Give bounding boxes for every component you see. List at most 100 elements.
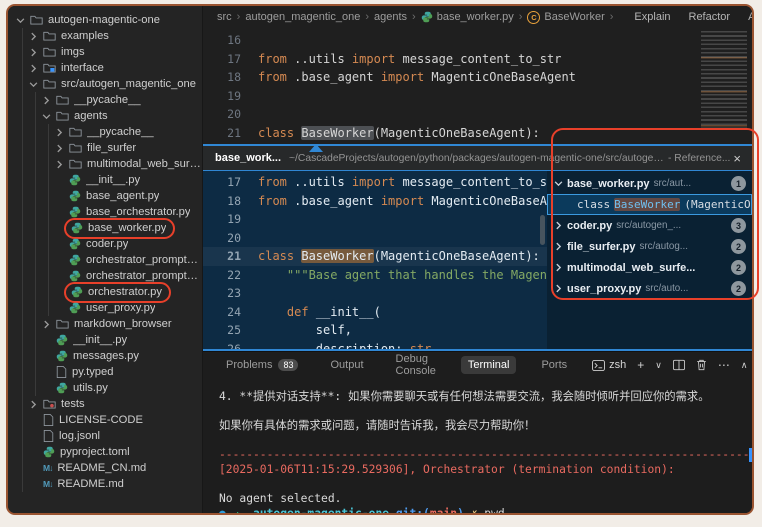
maximize-panel-button[interactable]: ∧ — [741, 360, 748, 371]
reference-file-user-proxy-py[interactable]: user_proxy.pysrc/auto...2 — [547, 278, 752, 299]
panel-tab-problems[interactable]: Problems83 — [219, 356, 305, 374]
tree-item-pyproject-toml[interactable]: pyproject.toml — [8, 444, 202, 460]
breadcrumb-segment-baseworker[interactable]: CBaseWorker — [527, 11, 604, 24]
reference-file-file-surfer-py[interactable]: file_surfer.pysrc/autog...2 — [547, 236, 752, 257]
peek-body: 17from ..utils import message_content_to… — [203, 171, 752, 349]
breadcrumb-segment-autogen-magentic-one[interactable]: autogen_magentic_one — [245, 11, 360, 23]
tree-item-base-worker-py[interactable]: base_worker.py — [8, 220, 202, 236]
terminal-profile-dropdown[interactable]: ∨ — [655, 360, 662, 371]
chevron-right-icon[interactable] — [554, 284, 563, 293]
kill-terminal-button[interactable] — [696, 359, 707, 371]
shell-terminal-icon[interactable]: zsh — [592, 359, 626, 371]
chevron-down-icon[interactable] — [29, 80, 38, 89]
breadcrumb-segment-agents[interactable]: agents — [374, 11, 407, 23]
folder-icon — [56, 94, 69, 106]
terminal-scrollbar-marker[interactable] — [749, 448, 752, 462]
tree-item-label: user_proxy.py — [86, 302, 155, 314]
tree-item-utils-py[interactable]: utils.py — [8, 380, 202, 396]
new-terminal-button[interactable]: + — [637, 358, 644, 372]
chevron-right-icon[interactable] — [29, 400, 38, 409]
tree-item-imgs[interactable]: imgs — [8, 44, 202, 60]
tree-item-tests[interactable]: tests — [8, 396, 202, 412]
tree-item-log-jsonl[interactable]: log.jsonl — [8, 428, 202, 444]
tree-item-messages-py[interactable]: messages.py — [8, 348, 202, 364]
code-editor[interactable]: 1617from ..utils import message_content_… — [203, 28, 752, 144]
chevron-down-icon[interactable] — [554, 179, 563, 188]
panel-tab-terminal[interactable]: Terminal — [461, 356, 517, 374]
tree-item-autogen-magentic-one[interactable]: autogen-magentic-one — [8, 12, 202, 28]
code-line-26: 26 description: str — [203, 340, 547, 350]
minimap[interactable] — [701, 31, 747, 131]
tree-item-init-py[interactable]: __init__.py — [8, 172, 202, 188]
terminal-line — [219, 434, 752, 449]
more-actions-button[interactable]: ⋯ — [718, 358, 730, 372]
terminal-line: No agent selected. — [219, 492, 752, 507]
panel-tab-output[interactable]: Output — [323, 356, 370, 374]
tree-item-pycache[interactable]: __pycache__ — [8, 124, 202, 140]
tree-item-base-agent-py[interactable]: base_agent.py — [8, 188, 202, 204]
tree-item-coder-py[interactable]: coder.py — [8, 236, 202, 252]
panel-tab-ports[interactable]: Ports — [534, 356, 574, 374]
panel-tabs: Problems83 Output Debug Console Terminal Por… — [219, 350, 592, 380]
tree-item-markdown-browser[interactable]: markdown_browser — [8, 316, 202, 332]
peek-editor[interactable]: 17from ..utils import message_content_to… — [203, 171, 547, 349]
code-line-22: 22 """Base agent that handles the Magent… — [203, 266, 547, 285]
tree-item-label: orchestrator.py — [88, 286, 162, 298]
tree-item-readme-md[interactable]: M↓README.md — [8, 476, 202, 492]
chevron-right-icon[interactable] — [55, 160, 64, 169]
tree-item-user-proxy-py[interactable]: user_proxy.py — [8, 300, 202, 316]
action-refactor[interactable]: Refactor — [689, 11, 731, 23]
tree-item-label: autogen-magentic-one — [48, 14, 160, 26]
tree-item-agents[interactable]: agents — [8, 108, 202, 124]
folder-icon — [43, 30, 56, 42]
chevron-right-icon[interactable] — [554, 242, 563, 251]
chevron-right-icon[interactable] — [29, 48, 38, 57]
breadcrumb-segment-base-worker-py[interactable]: base_worker.py — [421, 11, 514, 23]
breadcrumb-segment-src[interactable]: src — [217, 11, 232, 23]
tree-item-interface[interactable]: interface — [8, 60, 202, 76]
tree-item-readme-cn-md[interactable]: M↓README_CN.md — [8, 460, 202, 476]
tree-item-license-code[interactable]: LICENSE-CODE — [8, 412, 202, 428]
chevron-right-icon[interactable] — [29, 32, 38, 41]
chevron-right-icon[interactable] — [55, 144, 64, 153]
terminal-output[interactable]: 4. **提供对话支持**: 如果你需要聊天或有任何想法需要交流，我会随时倾听并… — [203, 378, 752, 513]
chevron-right-icon[interactable] — [42, 320, 51, 329]
tree-item-init-py[interactable]: __init__.py — [8, 332, 202, 348]
tree-item-orchestrator-prompts-cn-py[interactable]: orchestrator_prompts_cn.py — [8, 252, 202, 268]
chevron-down-icon[interactable] — [42, 112, 51, 121]
tree-item-pycache[interactable]: __pycache__ — [8, 92, 202, 108]
close-icon[interactable]: × — [730, 151, 744, 166]
tree-item-examples[interactable]: examples — [8, 28, 202, 44]
reference-match[interactable]: class BaseWorker(MagenticO — [547, 194, 752, 215]
terminal-line: [2025-01-06T11:15:29.529306], Orchestrat… — [219, 463, 752, 478]
problems-count-badge: 83 — [278, 359, 298, 371]
action-add-docstring[interactable]: Add Docstring — [748, 11, 754, 23]
panel-tab-debug-console[interactable]: Debug Console — [389, 350, 443, 380]
chevron-right-icon[interactable] — [29, 64, 38, 73]
chevron-down-icon[interactable] — [16, 16, 25, 25]
tree-item-multimodal-web-surfer[interactable]: multimodal_web_surfer — [8, 156, 202, 172]
code-line-16: 16 — [203, 31, 752, 50]
folder-icon — [30, 14, 43, 26]
chevron-right-icon[interactable] — [554, 221, 563, 230]
reference-file-multimodal-web-surfe[interactable]: multimodal_web_surfe...2 — [547, 257, 752, 278]
chevron-right-icon[interactable] — [42, 96, 51, 105]
folder-icon — [43, 78, 56, 90]
tree-item-orchestrator-py[interactable]: orchestrator.py — [8, 284, 202, 300]
markdown-file-icon: M↓ — [43, 463, 52, 473]
split-terminal-button[interactable] — [673, 359, 685, 371]
bottom-panel: Problems83 Output Debug Console Terminal Por… — [203, 351, 752, 513]
breadcrumb-separator: › — [519, 11, 523, 23]
tree-item-src-autogen-magentic-one[interactable]: src/autogen_magentic_one — [8, 76, 202, 92]
action-explain[interactable]: Explain — [634, 11, 670, 23]
tree-item-label: base_worker.py — [88, 222, 166, 234]
tree-item-file-surfer[interactable]: file_surfer — [8, 140, 202, 156]
peek-scrollbar[interactable] — [540, 215, 545, 245]
reference-file-base-worker-py[interactable]: base_worker.pysrc/aut...1 — [547, 173, 752, 194]
chevron-right-icon[interactable] — [55, 128, 64, 137]
chevron-right-icon[interactable] — [554, 263, 563, 272]
tree-item-py-typed[interactable]: py.typed — [8, 364, 202, 380]
editor-code: 1617from ..utils import message_content_… — [203, 28, 752, 142]
markdown-file-icon: M↓ — [43, 479, 52, 489]
reference-file-coder-py[interactable]: coder.pysrc/autogen_...3 — [547, 215, 752, 236]
